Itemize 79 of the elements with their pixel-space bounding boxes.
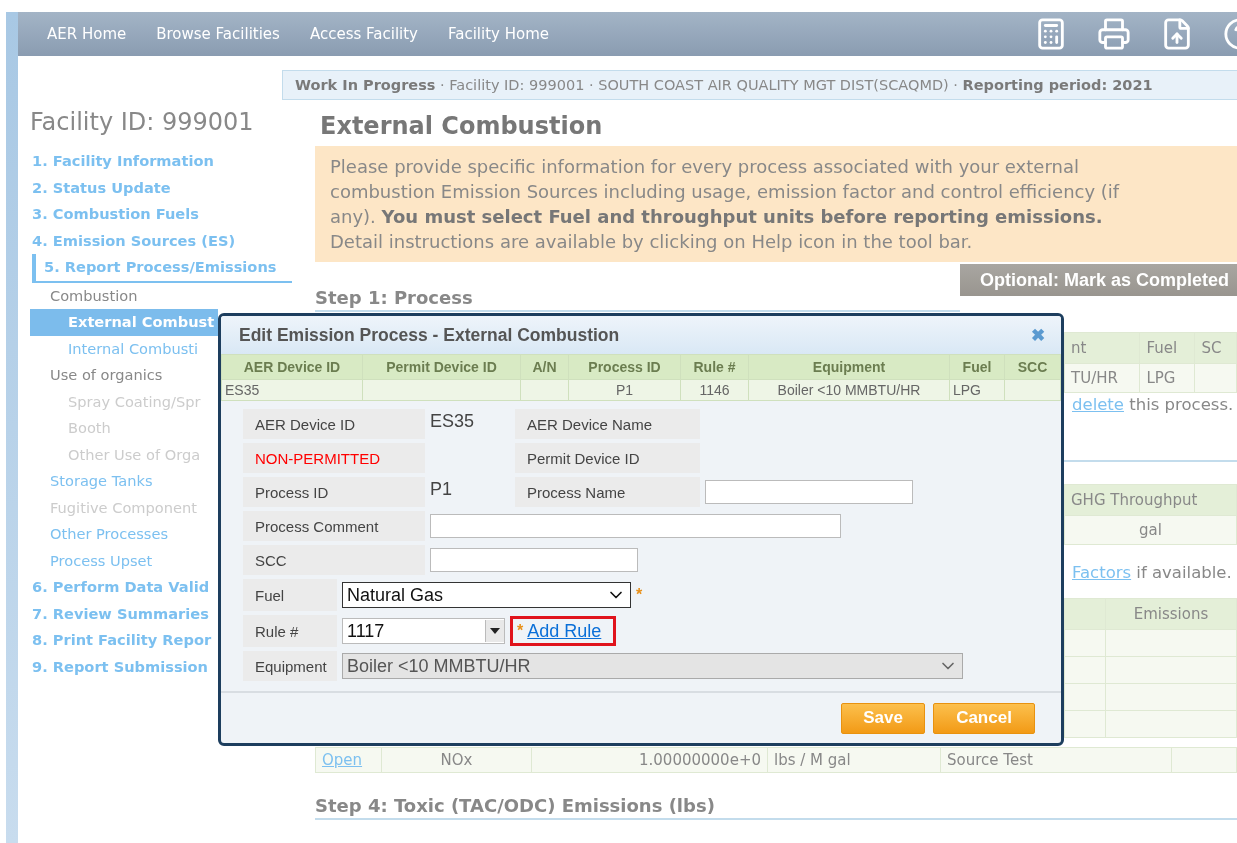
delete-note: delete this process. <box>1071 395 1235 414</box>
sidebar-item[interactable]: 9. Report Submission <box>30 653 208 680</box>
mark-completed-button[interactable]: Optional: Mark as Completed <box>959 264 1237 296</box>
field-label: Fuel <box>243 579 337 611</box>
save-button[interactable]: Save <box>841 702 925 734</box>
table-cell: Source Test <box>940 747 1172 773</box>
field-label: Process Comment <box>243 511 425 541</box>
field-label: Process ID <box>243 477 425 507</box>
printer-icon[interactable] <box>1097 17 1131 51</box>
add-rule-link[interactable]: Add Rule <box>527 620 602 642</box>
status-banner: Work In Progress · Facility ID: 999001 · SOUTH COAST AIR QUALITY MGT DIST(SCAQMD) · Reporting period: 2021 <box>282 70 1237 100</box>
instructions-notice: Please provide specific information for every process associated with your external combustion Emission Sources including usage, emission factor and control efficiency (if any). You must select Fuel and throughput units before reporting emissions. Detail instructions are available by clicking on Help icon in the tool bar. <box>315 146 1237 262</box>
sidebar-item[interactable]: Combustion <box>30 282 138 309</box>
column-header: A/N <box>520 354 569 380</box>
select-field: Boiler <10 MMBTU/HR <box>342 653 963 679</box>
field-label: Process Name <box>515 477 700 507</box>
sidebar-item[interactable]: Storage Tanks <box>30 468 153 495</box>
field-value: ES35 <box>430 411 475 431</box>
field-label: AER Device Name <box>515 409 700 439</box>
sidebar-item[interactable]: Process Upset <box>30 547 153 574</box>
sidebar-item[interactable]: 5. Report Process/Emissions <box>32 254 292 283</box>
sidebar-item[interactable]: 4. Emission Sources (ES) <box>30 227 236 254</box>
select-field[interactable]: Natural Gas <box>342 582 631 608</box>
field-label: Rule # <box>243 615 337 647</box>
column-header: Fuel <box>1139 332 1195 364</box>
sidebar-item[interactable]: 2. Status Update <box>30 174 171 201</box>
field-value: P1 <box>430 479 453 499</box>
column-header: GHG Throughput <box>1064 484 1237 516</box>
caret-icon <box>490 628 500 634</box>
required-mark: * <box>517 622 524 640</box>
table-cell: NOx <box>381 747 532 773</box>
sidebar-item[interactable]: External Combust <box>30 309 218 336</box>
sidebar-item[interactable]: 6. Perform Data Valid <box>30 574 210 601</box>
dialog-title: Edit Emission Process - External Combustion <box>239 324 620 346</box>
sidebar-item[interactable]: 8. Print Facility Repor <box>30 627 212 654</box>
status-label: NON-PERMITTED <box>243 443 425 473</box>
column-header: SC <box>1194 332 1237 364</box>
cancel-button[interactable]: Cancel <box>933 702 1035 734</box>
nav-link[interactable]: AER Home <box>32 25 142 43</box>
column-header: Emissions <box>1105 598 1237 630</box>
sidebar-item[interactable]: Use of organics <box>30 362 163 389</box>
sidebar-item[interactable]: 1. Facility Information <box>30 148 214 175</box>
field-label: Permit Device ID <box>515 443 700 473</box>
table-cell: lbs / M gal <box>767 747 941 773</box>
facility-title: Facility ID: 999001 <box>30 108 255 136</box>
sidebar-item[interactable]: Other Processes <box>30 521 169 548</box>
column-header: Permit Device ID <box>362 354 521 380</box>
sidebar-item[interactable]: 3. Combustion Fuels <box>30 201 199 228</box>
column-header: Equipment <box>748 354 950 380</box>
combo-field[interactable]: 1117 <box>342 618 505 644</box>
field-label: AER Device ID <box>243 409 425 439</box>
section-heading: Step 4: Toxic (TAC/ODC) Emissions (lbs) <box>315 795 1237 820</box>
input-field[interactable] <box>430 548 638 572</box>
table-cell: gal <box>1064 515 1237 545</box>
delete-link[interactable]: delete <box>1072 395 1124 414</box>
column-header: SCC <box>1004 354 1061 380</box>
factors-link[interactable]: Factors <box>1072 563 1132 582</box>
column-header: Process ID <box>568 354 681 380</box>
dropdown-button[interactable] <box>485 620 504 642</box>
input-field[interactable] <box>430 514 841 538</box>
column-header: AER Device ID <box>221 354 363 380</box>
factors-note: Factors if available. <box>1071 563 1233 582</box>
nav-link[interactable]: Access Facility <box>294 25 433 43</box>
sidebar-item[interactable]: 7. Review Summaries <box>30 600 209 627</box>
nav-link[interactable]: Browse Facilities <box>141 25 295 43</box>
page-title: External Combustion <box>320 112 604 140</box>
sidebar-item[interactable]: Internal Combusti <box>30 335 199 362</box>
nav-link[interactable]: Facility Home <box>433 25 564 43</box>
input-field[interactable] <box>705 480 913 504</box>
field-label: Equipment <box>243 651 337 681</box>
table-cell: ES35 <box>221 379 363 401</box>
column-header: Fuel <box>949 354 1005 380</box>
table-cell: TU/HR <box>1064 363 1140 393</box>
table-cell: 1.00000000e+0 <box>531 747 768 773</box>
required-mark: * <box>636 586 643 604</box>
column-header: nt <box>1064 332 1140 364</box>
column-header: Rule # <box>680 354 749 380</box>
field-label: SCC <box>243 545 425 575</box>
close-button[interactable]: ✖ <box>1031 324 1045 346</box>
